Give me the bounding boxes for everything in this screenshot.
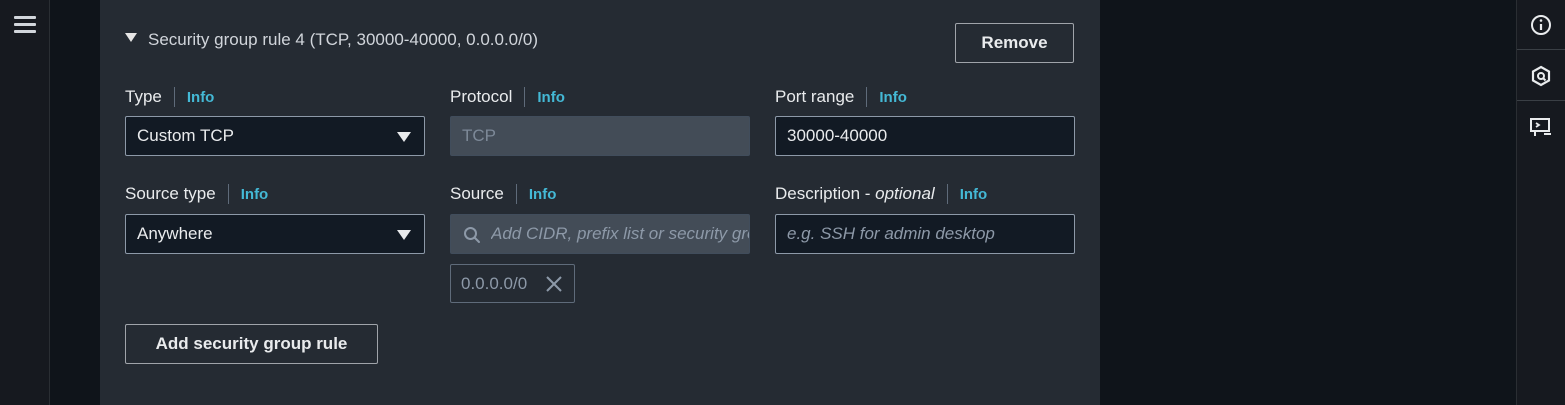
rule-header-toggle[interactable]: Security group rule 4 (TCP, 30000-40000,… xyxy=(125,30,538,50)
label-divider xyxy=(173,87,175,107)
search-icon xyxy=(464,227,480,243)
protocol-value: TCP xyxy=(462,126,496,145)
source-type-label-text: Source type xyxy=(125,184,216,203)
port-range-label-text: Port range xyxy=(775,87,855,106)
label-divider xyxy=(227,184,229,204)
type-label-text: Type xyxy=(125,87,162,106)
chevron-down-icon xyxy=(397,132,411,142)
source-label: Source Info xyxy=(450,184,556,204)
description-input[interactable]: e.g. SSH for admin desktop xyxy=(775,214,1075,254)
source-type-label: Source type Info xyxy=(125,184,268,204)
source-type-info-link[interactable]: Info xyxy=(241,186,269,203)
protocol-label: Protocol Info xyxy=(450,87,565,107)
description-label-text: Description - xyxy=(775,184,876,203)
hamburger-menu-icon[interactable] xyxy=(14,16,36,36)
remove-button[interactable]: Remove xyxy=(955,23,1074,63)
description-placeholder: e.g. SSH for admin desktop xyxy=(787,224,995,243)
source-token: 0.0.0.0/0 xyxy=(450,264,575,303)
label-divider xyxy=(946,184,948,204)
source-info-link[interactable]: Info xyxy=(529,186,557,203)
rule-title: Security group rule 4 (TCP, 30000-40000,… xyxy=(148,30,538,49)
source-type-value: Anywhere xyxy=(137,224,213,243)
shield-panel-button[interactable] xyxy=(1517,51,1565,101)
source-type-select[interactable]: Anywhere xyxy=(125,214,425,254)
description-info-link[interactable]: Info xyxy=(960,186,988,203)
chevron-down-icon xyxy=(397,230,411,240)
protocol-label-text: Protocol xyxy=(450,87,513,106)
feedback-icon xyxy=(1530,118,1551,136)
type-select-value: Custom TCP xyxy=(137,126,234,145)
type-select[interactable]: Custom TCP xyxy=(125,116,425,156)
label-divider xyxy=(515,184,517,204)
source-label-text: Source xyxy=(450,184,504,203)
feedback-panel-button[interactable] xyxy=(1517,102,1565,152)
source-token-value: 0.0.0.0/0 xyxy=(461,273,528,293)
caret-down-icon xyxy=(125,32,137,42)
description-label: Description - optional Info xyxy=(775,184,987,204)
port-range-input[interactable]: 30000-40000 xyxy=(775,116,1075,156)
info-panel-button[interactable] xyxy=(1517,0,1565,50)
optional-text: optional xyxy=(875,184,935,203)
type-label: Type Info xyxy=(125,87,214,107)
label-divider xyxy=(524,87,526,107)
protocol-field: TCP xyxy=(450,116,750,156)
add-security-group-rule-button[interactable]: Add security group rule xyxy=(125,324,378,364)
info-icon xyxy=(1531,14,1551,35)
source-placeholder: Add CIDR, prefix list or security group xyxy=(491,224,749,243)
source-search-input[interactable]: Add CIDR, prefix list or security group xyxy=(450,214,750,254)
port-range-label: Port range Info xyxy=(775,87,907,107)
type-info-link[interactable]: Info xyxy=(187,89,215,106)
label-divider xyxy=(866,87,868,107)
shield-icon xyxy=(1531,65,1551,86)
port-range-info-link[interactable]: Info xyxy=(879,89,907,106)
left-navigation xyxy=(0,0,50,405)
close-icon[interactable] xyxy=(544,274,564,294)
port-range-value: 30000-40000 xyxy=(787,126,888,145)
right-rail xyxy=(1516,0,1565,405)
protocol-info-link[interactable]: Info xyxy=(537,89,565,106)
